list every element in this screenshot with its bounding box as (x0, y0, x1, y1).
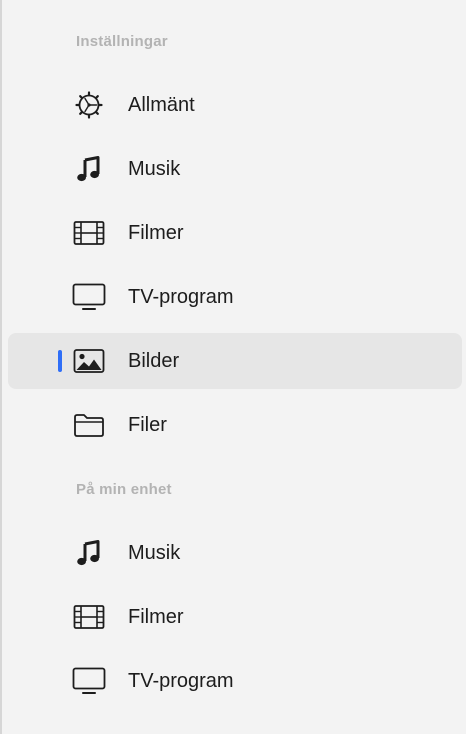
selection-indicator (58, 350, 62, 372)
sidebar-item-label: Allmänt (128, 94, 195, 116)
film-icon (72, 601, 106, 633)
section-header-on-device: På min enhet (76, 481, 172, 498)
photo-icon (72, 345, 106, 377)
tv-icon (72, 281, 106, 313)
film-icon (72, 217, 106, 249)
sidebar-item-label: Bilder (128, 350, 180, 372)
sidebar-item-label: Musik (128, 158, 181, 180)
sidebar-item-general[interactable]: Allmänt (8, 77, 462, 133)
sidebar-item-tv-shows[interactable]: TV-program (8, 269, 462, 325)
music-note-icon (72, 153, 106, 185)
sidebar-item-label: Filmer (128, 222, 184, 244)
sidebar-item-device-music[interactable]: Musik (8, 525, 462, 581)
section-header-settings: Inställningar (76, 33, 168, 50)
sidebar-item-label: TV-program (128, 670, 234, 692)
sidebar: Inställningar Allmänt Musik Filmer TV-pr… (0, 0, 466, 734)
sidebar-item-label: Filmer (128, 606, 184, 628)
sidebar-item-label: TV-program (128, 286, 234, 308)
sidebar-item-photos[interactable]: Bilder (8, 333, 462, 389)
sidebar-item-device-tv-shows[interactable]: TV-program (8, 653, 462, 709)
tv-icon (72, 665, 106, 697)
sidebar-item-files[interactable]: Filer (8, 397, 462, 453)
sidebar-item-music[interactable]: Musik (8, 141, 462, 197)
sidebar-item-label: Filer (128, 414, 167, 436)
folder-icon (72, 409, 106, 441)
sidebar-item-device-movies[interactable]: Filmer (8, 589, 462, 645)
music-note-icon (72, 537, 106, 569)
gear-icon (72, 89, 106, 121)
sidebar-item-movies[interactable]: Filmer (8, 205, 462, 261)
sidebar-item-label: Musik (128, 542, 181, 564)
